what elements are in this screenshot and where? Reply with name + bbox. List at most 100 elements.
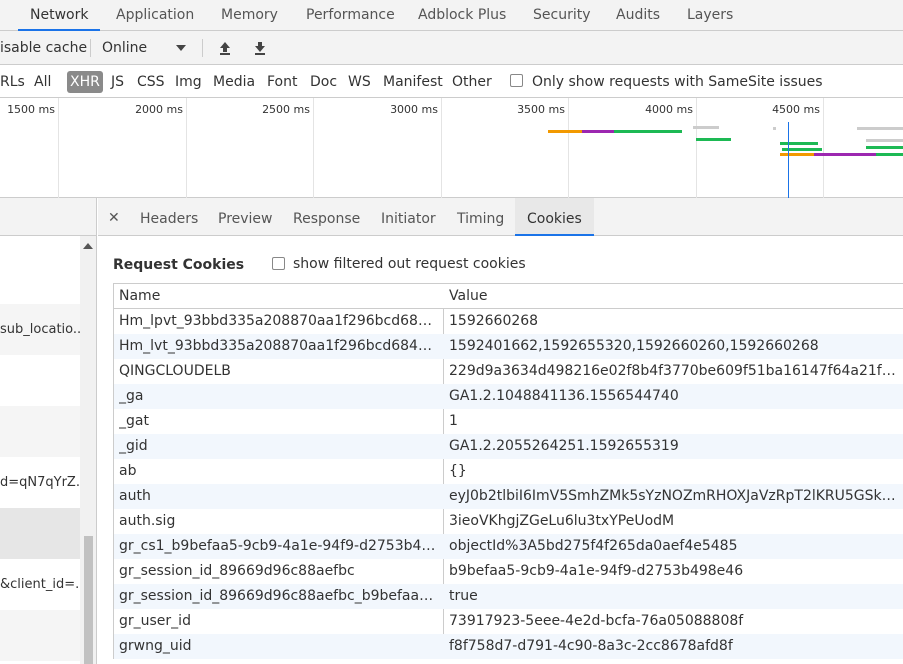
cookie-name: _ga: [119, 388, 144, 404]
timeline-gridline: [441, 98, 442, 198]
toolbar-divider: [202, 39, 203, 57]
cookie-value: 1592660268: [449, 313, 539, 329]
timeline-bar: [857, 127, 903, 130]
scroll-up-icon[interactable]: [83, 243, 93, 249]
cookie-name: _gid: [119, 438, 148, 454]
timeline-current-marker: [788, 122, 789, 198]
chevron-down-icon[interactable]: [175, 43, 187, 53]
tab-network[interactable]: Network: [18, 0, 101, 31]
table-row[interactable]: _gid GA1.2.2055264251.1592655319: [114, 434, 903, 459]
timeline-bar: [582, 130, 614, 133]
tab-performance[interactable]: Performance: [306, 0, 395, 31]
filter-css[interactable]: CSS: [137, 66, 165, 98]
filter-ws[interactable]: WS: [348, 66, 371, 98]
timeline-bar: [780, 142, 818, 145]
cookie-name: gr_session_id_89669d96c88aefbc_b9befaa5-…: [119, 588, 439, 604]
filter-doc[interactable]: Doc: [310, 66, 337, 98]
tab-headers[interactable]: Headers: [140, 198, 198, 236]
cookie-value: 229d9a3634d498216e02f8b4f3770be609f51ba1…: [449, 363, 899, 379]
list-item[interactable]: [0, 355, 80, 406]
timeline-bar: [696, 138, 731, 141]
tab-initiator[interactable]: Initiator: [381, 198, 436, 236]
timeline-bar: [814, 153, 876, 156]
table-row[interactable]: _gat 1: [114, 409, 903, 434]
request-cookies-title: Request Cookies: [113, 257, 245, 273]
list-item[interactable]: sub_locatio...: [0, 304, 80, 355]
timeline-tick-label: 2500 ms: [262, 103, 310, 116]
filter-media[interactable]: Media: [213, 66, 255, 98]
list-item[interactable]: [0, 610, 80, 661]
tab-layers[interactable]: Layers: [687, 0, 733, 31]
request-list-header: [0, 198, 96, 236]
timeline-bar: [773, 127, 776, 130]
tab-preview[interactable]: Preview: [218, 198, 273, 236]
list-item[interactable]: d=qN7qYrZ...: [0, 457, 80, 508]
filter-font[interactable]: Font: [267, 66, 297, 98]
toolbar-divider: [90, 39, 91, 57]
tab-application[interactable]: Application: [116, 0, 194, 31]
table-row[interactable]: Hm_lvt_93bbd335a208870aa1f296bcd6842e5e 1…: [114, 334, 903, 359]
samesite-label: Only show requests with SameSite issues: [532, 74, 823, 90]
tab-adblock-plus[interactable]: Adblock Plus: [418, 0, 506, 31]
filter-manifest[interactable]: Manifest: [383, 66, 443, 98]
table-row[interactable]: auth.sig 3ieoVKhgjZGeLu6lu3txYPeUodM: [114, 509, 903, 534]
timeline-gridline: [696, 98, 697, 198]
network-timeline[interactable]: 1500 ms 2000 ms 2500 ms 3000 ms 3500 ms …: [0, 98, 903, 198]
table-row[interactable]: _ga GA1.2.1048841136.1556544740: [114, 384, 903, 409]
filter-js[interactable]: JS: [111, 66, 124, 98]
cookie-value: true: [449, 588, 478, 604]
filter-xhr[interactable]: XHR: [67, 71, 103, 93]
list-item[interactable]: [0, 406, 80, 457]
timeline-tick-label: 1500 ms: [7, 103, 55, 116]
timeline-bar: [876, 153, 903, 156]
filter-urls[interactable]: RLs: [0, 66, 25, 98]
tab-security[interactable]: Security: [533, 0, 591, 31]
column-header-value[interactable]: Value: [449, 284, 487, 308]
table-row[interactable]: auth eyJ0b2tlbiI6ImV5SmhZMk5sYzNOZmRHOXJa…: [114, 484, 903, 509]
table-row[interactable]: QINGCLOUDELB 229d9a3634d498216e02f8b4f377…: [114, 359, 903, 384]
cookie-value: GA1.2.2055264251.1592655319: [449, 438, 679, 454]
filter-all[interactable]: All: [34, 66, 51, 98]
show-filtered-checkbox[interactable]: [272, 257, 285, 270]
cookie-value: 3ieoVKhgjZGeLu6lu3txYPeUodM: [449, 513, 675, 529]
table-row[interactable]: gr_cs1_b9befaa5-9cb9-4a1e-94f9-d2753b498…: [114, 534, 903, 559]
timeline-bar: [548, 130, 582, 133]
filter-img[interactable]: Img: [175, 66, 202, 98]
timeline-gridline: [58, 98, 59, 198]
tab-response[interactable]: Response: [293, 198, 360, 236]
throttle-select[interactable]: Online: [102, 31, 147, 65]
cookie-name: grwng_uid: [119, 638, 192, 654]
cookie-value: {}: [449, 463, 467, 479]
samesite-checkbox[interactable]: [510, 74, 523, 87]
cookie-name: gr_session_id_89669d96c88aefbc: [119, 563, 355, 579]
download-icon[interactable]: [253, 41, 267, 55]
list-item[interactable]: &client_id=...: [0, 559, 80, 610]
scroll-thumb[interactable]: [84, 536, 93, 664]
tab-memory[interactable]: Memory: [221, 0, 278, 31]
disable-cache-label[interactable]: isable cache: [0, 31, 87, 65]
tab-audits[interactable]: Audits: [616, 0, 660, 31]
list-item[interactable]: [0, 253, 80, 304]
table-row[interactable]: ab {}: [114, 459, 903, 484]
table-row[interactable]: gr_session_id_89669d96c88aefbc b9befaa5-9…: [114, 559, 903, 584]
upload-icon[interactable]: [218, 41, 232, 55]
table-row[interactable]: gr_session_id_89669d96c88aefbc_b9befaa5-…: [114, 584, 903, 609]
timeline-tick-label: 3000 ms: [390, 103, 438, 116]
tab-cookies[interactable]: Cookies: [515, 198, 594, 236]
timeline-gridline: [186, 98, 187, 198]
cookie-name: _gat: [119, 413, 149, 429]
filter-other[interactable]: Other: [452, 66, 492, 98]
table-row[interactable]: Hm_lpvt_93bbd335a208870aa1f296bcd6842e5e…: [114, 309, 903, 334]
cookie-name: auth.sig: [119, 513, 176, 529]
tab-timing[interactable]: Timing: [457, 198, 504, 236]
timeline-bar: [693, 126, 719, 129]
table-row[interactable]: gr_user_id 73917923-5eee-4e2d-bcfa-76a050…: [114, 609, 903, 634]
list-item[interactable]: [0, 508, 80, 559]
column-header-name[interactable]: Name: [119, 284, 160, 308]
timeline-gridline: [823, 98, 824, 198]
timeline-gridline: [313, 98, 314, 198]
table-row[interactable]: grwng_uid f8f758d7-d791-4c90-8a3c-2cc8678…: [114, 634, 903, 659]
close-icon[interactable]: ✕: [108, 210, 120, 226]
cookie-name: Hm_lvt_93bbd335a208870aa1f296bcd6842e5e: [119, 338, 439, 354]
timeline-tick-label: 3500 ms: [517, 103, 565, 116]
